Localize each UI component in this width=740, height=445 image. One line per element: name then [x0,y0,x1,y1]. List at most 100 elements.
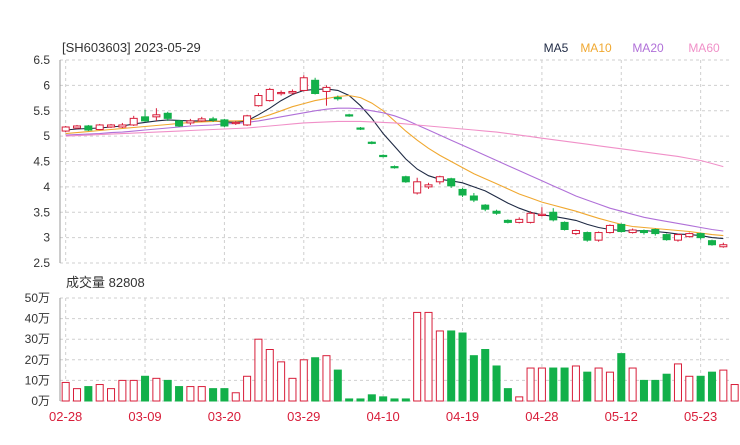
volume-bar [141,375,150,402]
volume-bar [163,379,172,402]
volume-tick-label: 20万 [25,353,50,367]
volume-bar [492,365,501,402]
candle-body [447,178,456,187]
candle-body [719,244,728,248]
date-tick-label: 04-28 [525,409,558,424]
candle-body [231,121,240,125]
volume-bar [526,367,535,402]
price-tick-label: 4 [43,180,50,194]
candle [447,177,456,188]
candle-body [61,126,70,132]
volume-bar [95,384,104,402]
chart-canvas: [SH603603] 2023-05-29 MA5 MA10 MA20 MA60 2.… [25,40,739,424]
candle-body [175,120,184,127]
stock-chart: [SH603603] 2023-05-29 MA5 MA10 MA20 MA60 2.… [0,0,740,440]
price-tick-label: 5 [43,129,50,143]
candle-body [311,79,320,94]
candle [107,123,116,129]
candle-body [186,120,195,124]
candle-body [571,230,580,235]
candle-body [163,112,172,119]
candle [141,109,150,122]
candle-body [594,232,603,241]
candle [299,75,308,92]
candle-body [526,212,535,223]
candle-body [685,233,694,238]
volume-bar [594,367,603,402]
volume-bar [107,388,116,402]
date-tick-label: 02-28 [49,409,82,424]
volume-bar [435,330,444,402]
candle [277,90,286,96]
candle [560,221,569,231]
candle-body [401,176,410,183]
volume-bar [311,357,320,402]
candle-body [628,229,637,234]
volume-bar [265,349,274,402]
price-tick-label: 2.5 [33,256,50,270]
legend-item-ma10: MA10 [580,41,612,55]
volume-tick-label: 50万 [25,291,50,305]
candle-body [481,204,490,210]
volume-bar [639,379,648,402]
volume-bar [175,386,184,402]
candle-body [299,77,308,91]
volume-bar [628,367,637,402]
volume-bar [571,365,580,402]
legend-item-ma5: MA5 [544,41,569,55]
volume-bar [197,386,206,402]
volume-bar [84,386,93,402]
candle [605,224,614,234]
candle [719,242,728,248]
date-tick-label: 04-10 [367,409,400,424]
candle [390,165,399,169]
volume-bar [322,355,331,402]
candle [84,124,93,132]
candle-body [605,224,614,234]
candle-body [220,119,229,127]
volume-bar [72,388,82,402]
date-axis: 02-28 03-09 03-20 03-29 04-10 04-19 04-28 05-12… [49,409,717,424]
candle [367,141,376,145]
candle-body [515,218,524,223]
candle [175,119,184,127]
candle-body [107,124,116,128]
candle-body [662,234,671,241]
candle [401,175,410,183]
volume-bar [220,388,229,402]
candle [583,231,592,242]
candle-body [583,232,592,241]
candle [322,85,331,106]
volume-bar [696,375,705,402]
volume-bar [515,396,524,402]
price-axis: 2.5 3 3.5 4 4.5 5 5.5 6 6.5 [33,53,61,270]
candle-body [356,127,365,130]
candle-body [118,124,127,128]
volume-bar [254,338,263,402]
price-tick-label: 5.5 [33,104,50,118]
volume-tick-label: 10万 [25,373,50,387]
price-tick-label: 6 [43,78,50,92]
volume-bar [390,398,399,402]
volume-bar [186,386,195,402]
candle [72,124,82,130]
candle-body [673,234,682,241]
volume-bar [458,332,467,402]
candle-body [549,211,558,221]
volume-tick-label: 40万 [25,312,50,326]
volume-bar [401,398,410,402]
candle-body [458,188,467,196]
date-tick-label: 03-20 [208,409,241,424]
candle [254,92,263,107]
date-tick-label: 03-29 [287,409,320,424]
candle-body [639,230,648,234]
chart-title: [SH603603] 2023-05-29 [62,40,201,55]
price-tick-label: 6.5 [33,53,50,67]
volume-bar [118,379,127,402]
volume-bar [673,363,682,402]
volume-bar [503,388,512,402]
candle-body [95,124,104,131]
candle-body [243,115,252,126]
volume-bar [617,353,626,402]
volume-bar [560,367,569,402]
